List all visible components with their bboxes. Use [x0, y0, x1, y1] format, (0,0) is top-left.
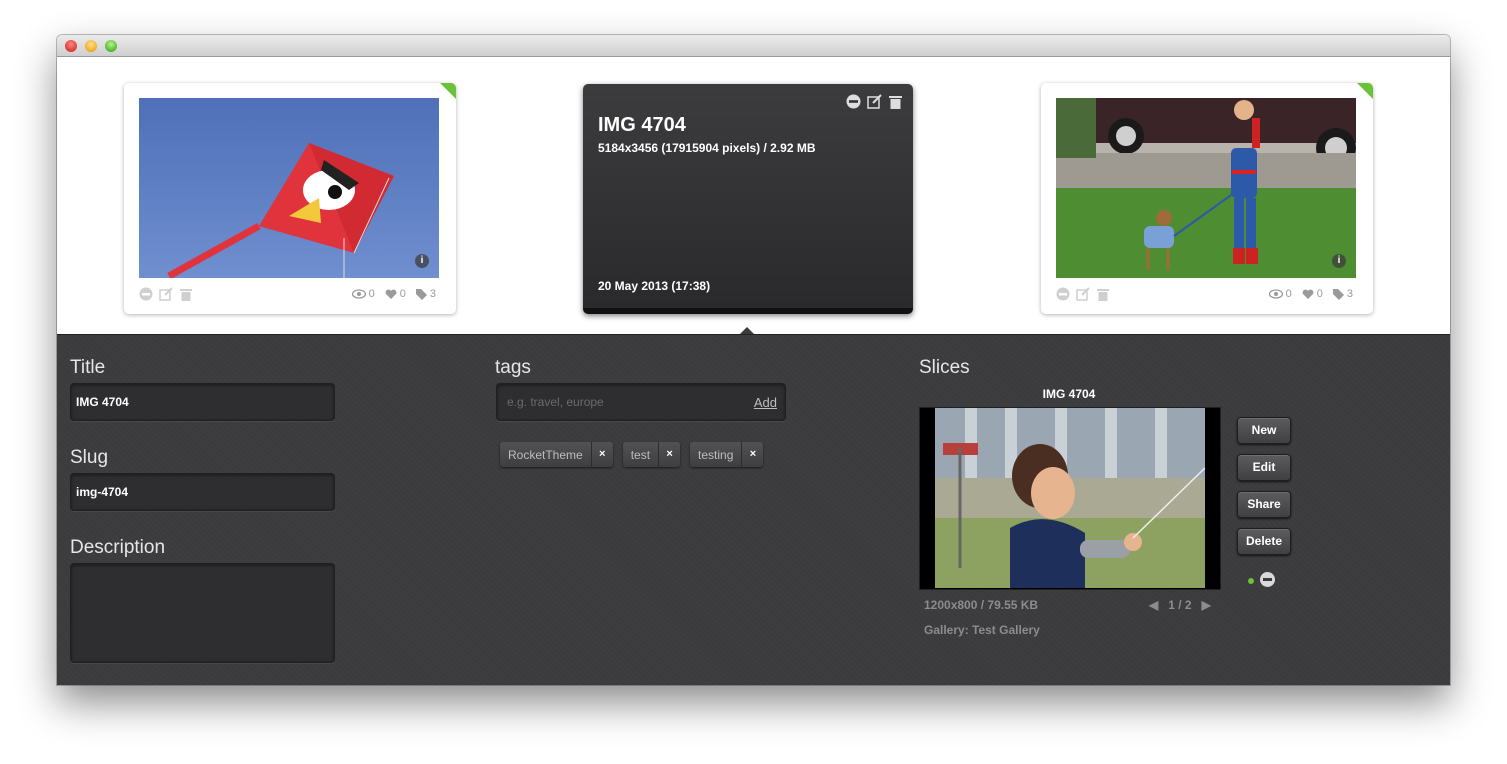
views-stat: 0 [351, 288, 375, 300]
active-image-meta: 5184x3456 (17915904 pixels) / 2.92 MB [598, 141, 816, 155]
likes-count: 0 [1316, 288, 1323, 300]
title-label: Title [70, 357, 106, 378]
tags-input[interactable]: e.g. travel, europe Add [496, 383, 786, 421]
slice-pager: ◀ 1 / 2 ▶ [1149, 598, 1211, 612]
tag-name: testing [698, 448, 734, 462]
remove-icon[interactable] [1056, 287, 1070, 301]
status-dot-icon [1248, 578, 1254, 584]
remove-tag-icon[interactable]: × [741, 442, 763, 467]
remove-tag-icon[interactable]: × [658, 442, 680, 467]
likes-stat: 0 [1302, 288, 1323, 300]
card-stats: 0 0 3 [351, 286, 436, 302]
likes-count: 0 [399, 288, 406, 300]
active-image-title: IMG 4704 [598, 114, 686, 136]
new-slice-button[interactable]: New [1237, 417, 1291, 444]
views-count: 0 [1285, 288, 1292, 300]
info-icon[interactable]: i [415, 254, 429, 268]
tags-label: tags [495, 357, 531, 378]
tag-chip[interactable]: testing × [690, 442, 764, 467]
prev-slice-icon[interactable]: ◀ [1149, 598, 1158, 612]
next-slice-icon[interactable]: ▶ [1202, 598, 1211, 612]
slice-title: IMG 4704 [1042, 387, 1096, 401]
description-textarea[interactable] [70, 563, 335, 663]
slice-preview[interactable] [919, 407, 1221, 590]
remove-tag-icon[interactable]: × [590, 442, 613, 467]
close-window-button[interactable] [65, 40, 77, 52]
card-tools [139, 286, 193, 302]
selected-corner-flag [1357, 83, 1373, 99]
views-count: 0 [368, 288, 375, 300]
title-bar [57, 35, 1450, 57]
image-card-kite[interactable]: i 0 0 3 [124, 83, 456, 314]
title-input[interactable]: IMG 4704 [70, 383, 335, 421]
tag-name: test [630, 448, 651, 462]
selected-corner-flag [440, 83, 456, 99]
heart-icon [1302, 289, 1314, 299]
tags-stat: 3 [415, 288, 436, 300]
tag-icon [415, 288, 427, 300]
slice-photo [935, 408, 1205, 588]
tags-count: 3 [1346, 288, 1353, 300]
remove-icon[interactable] [846, 94, 861, 109]
tag-icon [1332, 288, 1344, 300]
active-image-card[interactable]: IMG 4704 5184x3456 (17915904 pixels) / 2… [583, 84, 913, 314]
likes-stat: 0 [385, 288, 406, 300]
active-card-tools [846, 94, 903, 109]
share-slice-button[interactable]: Share [1237, 491, 1291, 518]
boy-dog-photo[interactable]: i [1056, 98, 1356, 278]
tag-chip[interactable]: RocketTheme × [500, 442, 613, 467]
add-tag-link[interactable]: Add [754, 395, 777, 410]
trash-icon[interactable] [1096, 287, 1110, 301]
kite-photo[interactable]: i [139, 98, 439, 278]
tags-input-placeholder: e.g. travel, europe [507, 395, 604, 409]
tag-list: RocketTheme × test × testing × [500, 442, 764, 467]
card-tools [1056, 286, 1110, 302]
eye-icon [1268, 289, 1283, 299]
details-panel: Title IMG 4704 Slug img-4704 Description… [57, 334, 1450, 685]
zoom-window-button[interactable] [105, 40, 117, 52]
tags-stat: 3 [1332, 288, 1353, 300]
image-card-boy-dog[interactable]: i 0 0 3 [1041, 83, 1373, 314]
delete-slice-button[interactable]: Delete [1237, 528, 1291, 555]
edit-slice-button[interactable]: Edit [1237, 454, 1291, 481]
trash-icon[interactable] [179, 287, 193, 301]
views-stat: 0 [1268, 288, 1292, 300]
tag-name: RocketTheme [508, 448, 583, 462]
card-stats: 0 0 3 [1268, 286, 1353, 302]
eye-icon [351, 289, 366, 299]
minimize-window-button[interactable] [85, 40, 97, 52]
tag-chip[interactable]: test × [622, 442, 681, 467]
info-icon[interactable]: i [1332, 254, 1346, 268]
remove-icon[interactable] [139, 287, 153, 301]
edit-icon[interactable] [1076, 287, 1090, 301]
description-label: Description [70, 537, 166, 558]
slice-gallery: Gallery: Test Gallery [924, 623, 1040, 637]
image-strip: i 0 0 3 IMG 4704 5184x3456 (17915904 pix… [57, 57, 1450, 334]
edit-icon[interactable] [159, 287, 173, 301]
edit-icon[interactable] [867, 94, 882, 109]
remove-slice-icon[interactable] [1260, 572, 1275, 587]
slice-dimensions: 1200x800 / 79.55 KB [924, 598, 1039, 612]
slug-input[interactable]: img-4704 [70, 473, 335, 511]
slug-label: Slug [70, 447, 109, 468]
slices-label: Slices [919, 357, 970, 378]
active-image-date: 20 May 2013 (17:38) [598, 279, 711, 293]
app-window: i 0 0 3 IMG 4704 5184x3456 (17915904 pix… [57, 35, 1450, 685]
trash-icon[interactable] [888, 94, 903, 109]
slice-page-indicator: 1 / 2 [1168, 598, 1192, 612]
tags-count: 3 [429, 288, 436, 300]
heart-icon [385, 289, 397, 299]
